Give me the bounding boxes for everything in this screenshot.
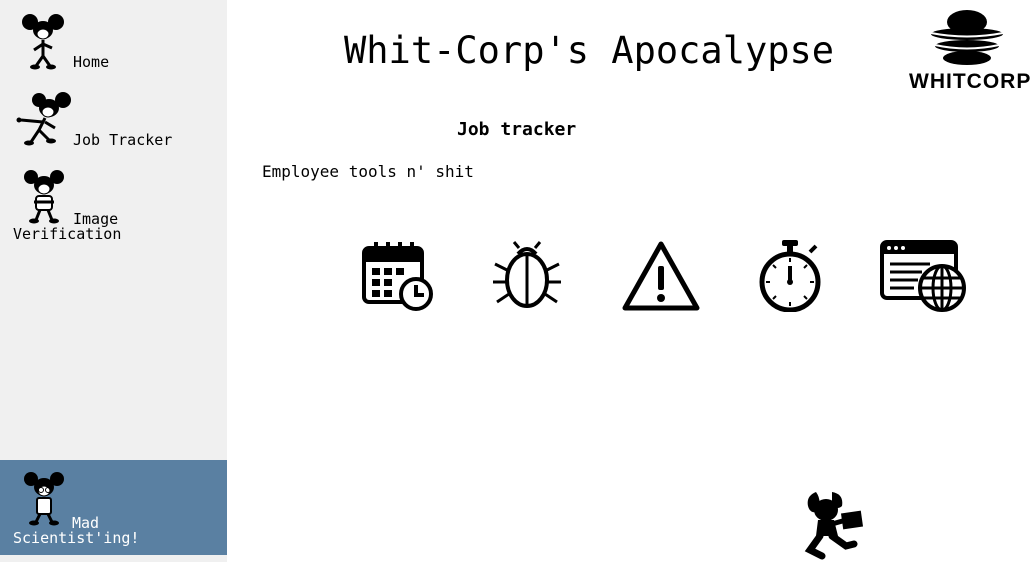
sidebar: Home Job Tracker Image Verification Mad … <box>0 0 227 562</box>
sidebar-item-mad-scientisting[interactable]: Mad Scientist'ing! <box>0 460 227 555</box>
stopwatch-icon[interactable] <box>758 240 822 312</box>
sidebar-item-label: Mad Scientist'ing! <box>13 514 140 547</box>
cartoon-mascot-pointing-icon <box>16 92 71 146</box>
page-title: Whit-Corp's Apocalypse <box>344 29 835 72</box>
sidebar-item-home[interactable]: Home <box>0 8 227 78</box>
warning-icon[interactable] <box>621 240 701 312</box>
sidebar-item-job-tracker[interactable]: Job Tracker <box>0 88 227 160</box>
web-globe-icon[interactable] <box>880 240 968 312</box>
section-title: Job tracker <box>457 119 577 140</box>
subtitle: Employee tools n' shit <box>262 162 474 181</box>
sidebar-item-image-verification[interactable]: Image Verification <box>0 166 227 246</box>
mascot-silhouette-icon <box>804 492 864 560</box>
sidebar-item-label: Home <box>73 53 110 71</box>
sidebar-item-label: Job Tracker <box>73 131 173 149</box>
calendar-clock-icon[interactable] <box>362 240 434 312</box>
logo-mark-icon <box>930 10 1004 65</box>
whitcorp-logo[interactable]: WHITCORP <box>909 8 1033 98</box>
cartoon-mascot-icon <box>22 14 64 70</box>
logo-text: WHITCORP <box>909 70 1032 93</box>
bug-icon[interactable] <box>492 240 562 312</box>
sidebar-item-label: Image Verification <box>13 210 122 243</box>
